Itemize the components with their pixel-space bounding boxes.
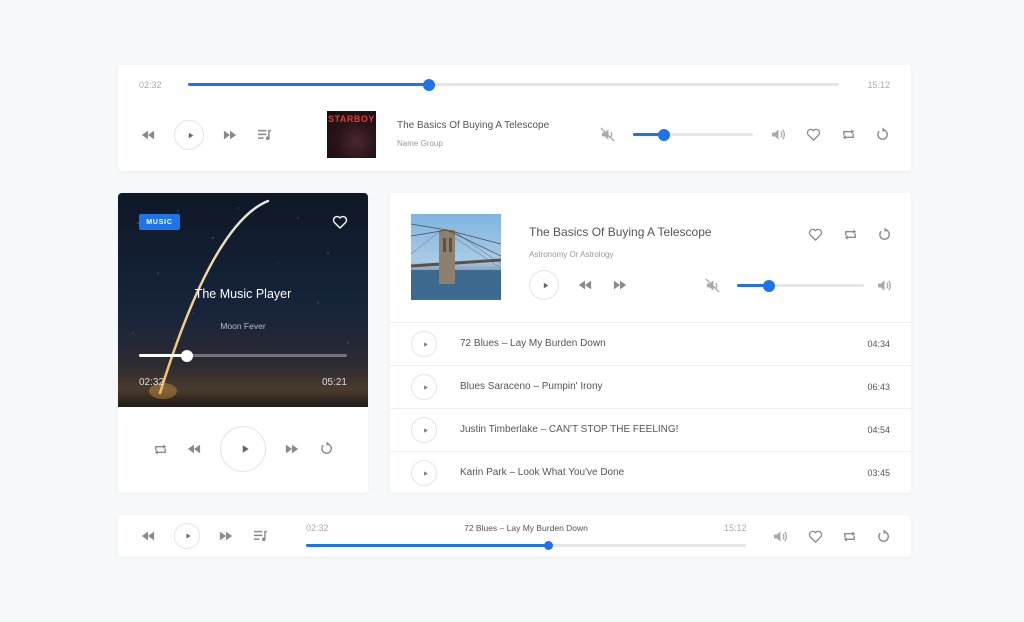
play-icon	[186, 131, 195, 140]
mute-icon[interactable]	[599, 126, 615, 142]
heart-icon[interactable]	[807, 226, 823, 242]
play-button[interactable]	[529, 270, 559, 300]
top-volume-slider[interactable]	[633, 128, 753, 141]
repeat-icon[interactable]	[152, 441, 168, 457]
card-duration-time: 05:21	[321, 377, 347, 388]
album-art: STARBOY	[327, 111, 376, 158]
row-title: Karin Park – Look What You've Done	[460, 467, 625, 478]
heart-icon[interactable]	[807, 528, 823, 544]
row-duration: 04:34	[867, 339, 890, 349]
top-volume-knob[interactable]	[658, 128, 671, 141]
row-duration: 04:54	[867, 425, 890, 435]
playlist-player: The Basics Of Buying A Telescope Astrono…	[390, 193, 911, 493]
top-elapsed-time: 02:32	[139, 80, 162, 90]
bottom-progress-bar[interactable]	[306, 541, 746, 550]
volume-icon[interactable]	[876, 277, 892, 293]
top-progress-fill	[188, 83, 429, 86]
volume-icon[interactable]	[770, 126, 786, 142]
heart-icon[interactable]	[331, 213, 348, 230]
track-row[interactable]: 72 Blues – Lay My Burden Down 04:34	[390, 322, 911, 365]
card-title: The Music Player	[194, 287, 292, 301]
fast-forward-icon[interactable]	[612, 277, 628, 293]
play-button[interactable]	[174, 523, 200, 549]
play-icon	[184, 532, 192, 540]
play-icon	[239, 443, 251, 455]
replay-icon[interactable]	[876, 226, 892, 242]
card-progress-fill	[139, 354, 187, 357]
top-progress-bar[interactable]	[188, 78, 839, 91]
track-row[interactable]: Karin Park – Look What You've Done 03:45	[390, 451, 911, 493]
row-title: 72 Blues – Lay My Burden Down	[460, 338, 606, 349]
playlist-track-subtitle: Astronomy Or Astrology	[529, 250, 614, 259]
music-badge-label: MUSIC	[146, 218, 173, 226]
playlist-volume-knob[interactable]	[762, 279, 775, 292]
row-title: Blues Saraceno – Pumpin' Irony	[460, 381, 603, 392]
music-badge: MUSIC	[139, 214, 180, 230]
volume-icon[interactable]	[772, 528, 788, 544]
bridge-graphic	[411, 223, 501, 300]
rewind-icon[interactable]	[577, 277, 593, 293]
play-icon	[422, 341, 429, 348]
bottom-player: 02:32 72 Blues – Lay My Burden Down 15:1…	[118, 515, 911, 557]
bottom-duration-time: 15:12	[724, 523, 747, 533]
playlist-queue-icon[interactable]	[252, 527, 268, 543]
row-title: Justin Timberlake – CAN'T STOP THE FEELI…	[460, 424, 679, 435]
track-row[interactable]: Blues Saraceno – Pumpin' Irony 06:43	[390, 365, 911, 408]
play-icon	[422, 427, 429, 434]
bottom-progress-knob[interactable]	[543, 541, 553, 550]
track-title: The Basics Of Buying A Telescope	[397, 120, 550, 131]
album-art-lettering: STARBOY	[328, 114, 375, 124]
track-artist: Name Group	[397, 139, 443, 148]
card-elapsed-time: 02:32	[139, 377, 165, 388]
card-artist: Moon Fever	[220, 321, 266, 331]
fast-forward-icon[interactable]	[222, 127, 238, 143]
row-play-button[interactable]	[411, 417, 437, 443]
row-duration: 03:45	[867, 468, 890, 478]
bottom-progress-fill	[306, 544, 548, 547]
mute-icon[interactable]	[704, 277, 720, 293]
top-duration-time: 15:12	[867, 80, 890, 90]
repeat-icon[interactable]	[842, 226, 858, 242]
heart-icon[interactable]	[805, 126, 821, 142]
repeat-icon[interactable]	[841, 528, 857, 544]
top-progress-knob[interactable]	[422, 78, 435, 91]
rewind-icon[interactable]	[186, 441, 202, 457]
row-play-button[interactable]	[411, 374, 437, 400]
playlist-track-title: The Basics Of Buying A Telescope	[529, 225, 712, 239]
replay-icon[interactable]	[318, 440, 334, 456]
row-play-button[interactable]	[411, 331, 437, 357]
card-play-button[interactable]	[220, 426, 266, 472]
play-icon	[541, 281, 550, 290]
replay-icon[interactable]	[874, 126, 890, 142]
row-play-button[interactable]	[411, 460, 437, 486]
track-row[interactable]: Justin Timberlake – CAN'T STOP THE FEELI…	[390, 408, 911, 451]
card-progress-bar[interactable]	[139, 349, 347, 362]
play-button[interactable]	[174, 120, 204, 150]
fast-forward-icon[interactable]	[284, 441, 300, 457]
bottom-track-title: 72 Blues – Lay My Burden Down	[464, 523, 588, 533]
album-art	[411, 214, 501, 300]
replay-icon[interactable]	[875, 528, 891, 544]
card-player: MUSIC The Music Player Moon Fever 02:32 …	[118, 193, 368, 493]
playlist-queue-icon[interactable]	[256, 126, 272, 142]
fast-forward-icon[interactable]	[218, 528, 234, 544]
rewind-icon[interactable]	[140, 528, 156, 544]
play-icon	[422, 384, 429, 391]
play-icon	[422, 470, 429, 477]
row-duration: 06:43	[867, 382, 890, 392]
top-player: 02:32 15:12 STARBOY The Basics Of Buying…	[118, 65, 911, 171]
playlist-volume-slider[interactable]	[737, 279, 864, 292]
card-progress-knob[interactable]	[180, 349, 193, 362]
repeat-icon[interactable]	[840, 126, 856, 142]
rewind-icon[interactable]	[140, 127, 156, 143]
